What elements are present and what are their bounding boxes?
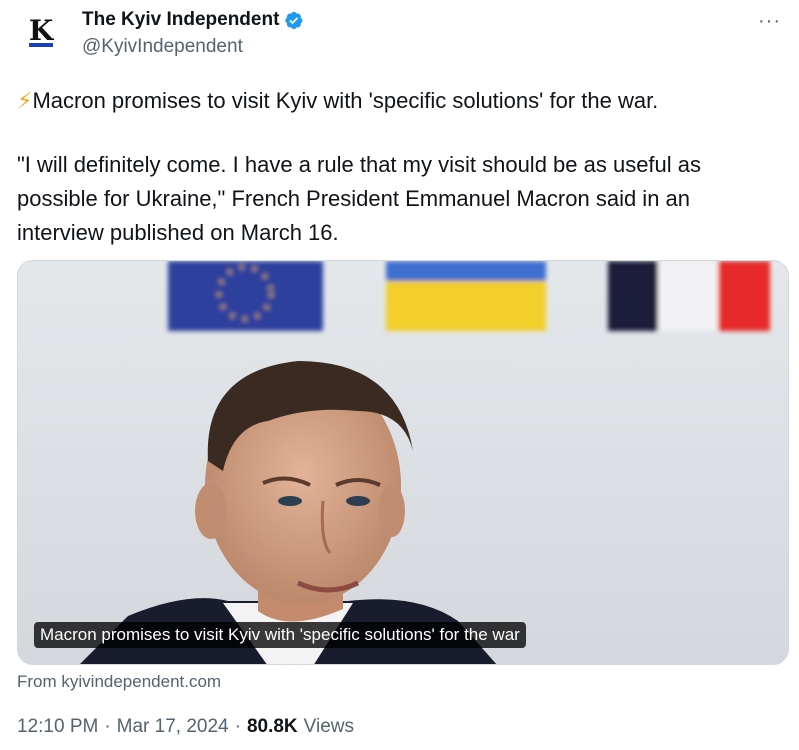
author-name-row: The Kyiv Independent (82, 9, 304, 31)
ukraine-flag-yellow (386, 281, 546, 331)
macron-photo (18, 261, 788, 664)
more-horizontal-icon[interactable]: ··· (758, 10, 781, 33)
meta-separator: · (104, 716, 111, 737)
tweet-quote: "I will definitely come. I have a rule t… (17, 152, 702, 245)
avatar[interactable]: K (16, 8, 66, 58)
tweet-line-1: ⚡Macron promises to visit Kyiv with 'spe… (17, 84, 777, 118)
lightning-emoji-icon: ⚡ (17, 88, 33, 113)
ukraine-flag-blue (386, 261, 546, 281)
author-handle[interactable]: @KyivIndependent (82, 36, 243, 58)
link-card-image[interactable]: Macron promises to visit Kyiv with 'spec… (17, 260, 789, 665)
author-display-name[interactable]: The Kyiv Independent (82, 9, 279, 31)
france-flag-blue (608, 261, 658, 331)
link-source[interactable]: From kyivindependent.com (17, 672, 221, 692)
tweet-meta: 12:10 PM · Mar 17, 2024 · 80.8K Views (17, 716, 354, 738)
tweet-headline: Macron promises to visit Kyiv with 'spec… (32, 88, 659, 113)
avatar-logo-bar (29, 43, 53, 47)
france-flag-white (658, 261, 718, 331)
verified-badge-icon[interactable] (283, 10, 304, 31)
meta-separator: · (234, 716, 241, 737)
flags (168, 261, 770, 331)
tweet-date[interactable]: Mar 17, 2024 (117, 716, 229, 738)
tweet-text: ⚡Macron promises to visit Kyiv with 'spe… (17, 84, 777, 250)
france-flag-red (718, 261, 770, 331)
avatar-logo-letter: K (28, 14, 54, 47)
tweet-time[interactable]: 12:10 PM (17, 716, 98, 738)
views-count[interactable]: 80.8K (247, 716, 298, 738)
link-card-caption[interactable]: Macron promises to visit Kyiv with 'spec… (34, 622, 526, 648)
views-label: Views (303, 716, 354, 737)
